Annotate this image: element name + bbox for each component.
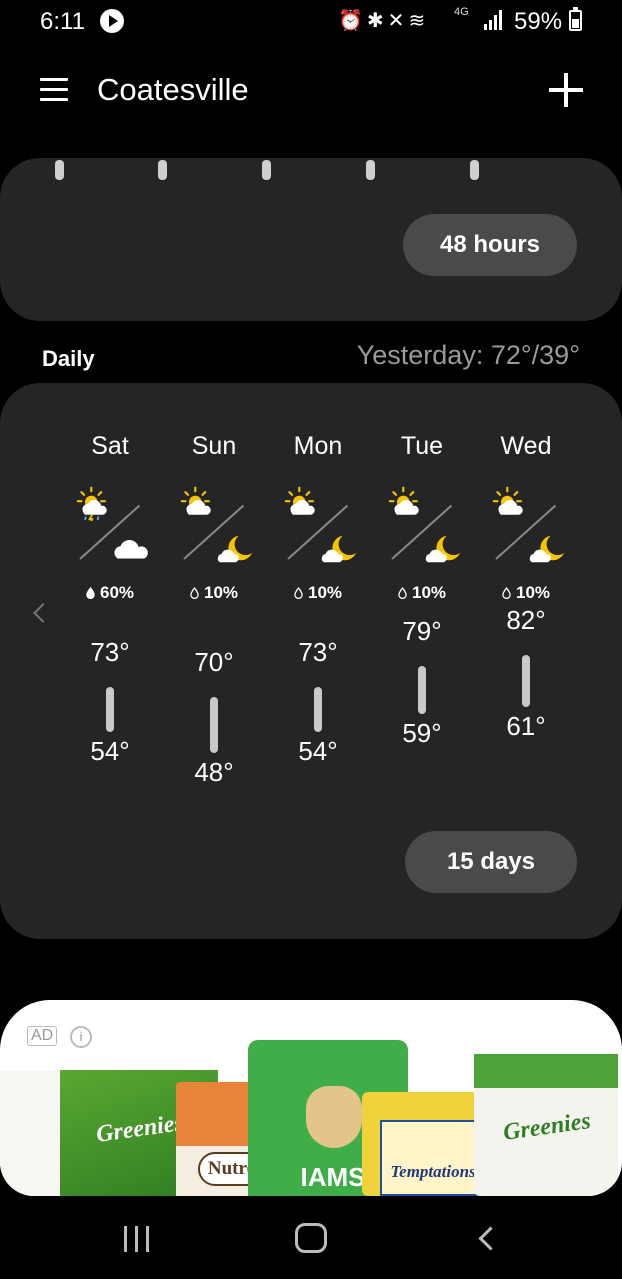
precipitation-value: 10% bbox=[411, 583, 447, 602]
yesterday-temps: Yesterday: 72°/39° bbox=[356, 340, 580, 370]
low-temp: 59° bbox=[402, 718, 442, 749]
hourly-tick bbox=[158, 160, 167, 180]
play-store-notification-icon bbox=[100, 9, 124, 33]
location-title: Coatesville bbox=[97, 72, 249, 107]
partly-sunny-icon bbox=[492, 485, 528, 521]
previous-arrow-icon[interactable] bbox=[30, 598, 50, 628]
low-temp: 48° bbox=[194, 757, 234, 787]
daily-section-label: Daily bbox=[42, 346, 95, 371]
low-temp: 54° bbox=[90, 735, 130, 766]
15-days-button[interactable]: 15 days bbox=[405, 831, 577, 893]
daily-forecast-card[interactable]: Sat 60% 73° 54° Sun 10% 70° 48° Mon 10% 73° 54° Tue 1… bbox=[0, 383, 622, 939]
temperature-range-bar bbox=[314, 686, 322, 732]
ad-banner[interactable]: AD i Greenies Nutro IAMS Temptations Gre… bbox=[0, 1000, 622, 1196]
product-label: Temptations bbox=[390, 1162, 476, 1181]
day-column-mon[interactable]: Mon 10% 73° 54° bbox=[266, 383, 370, 813]
raindrop-icon bbox=[398, 584, 407, 600]
precipitation-chance: 10% bbox=[474, 583, 578, 603]
high-temp: 73° bbox=[90, 636, 130, 667]
high-temp: 79° bbox=[402, 615, 442, 646]
high-temp: 70° bbox=[194, 647, 234, 678]
precipitation-chance: 10% bbox=[162, 583, 266, 603]
high-temp: 82° bbox=[506, 605, 546, 635]
day-name: Sun bbox=[191, 432, 237, 460]
alarm-icon: ⏰ bbox=[338, 8, 367, 32]
raindrop-icon bbox=[294, 584, 303, 600]
feline-greenies-product: Greenies bbox=[474, 1054, 618, 1196]
partly-sunny-icon bbox=[388, 485, 424, 521]
48-hours-button[interactable]: 48 hours bbox=[403, 214, 577, 276]
precipitation-chance: 60% bbox=[58, 583, 162, 603]
home-icon[interactable] bbox=[295, 1223, 327, 1253]
day-name: Wed bbox=[500, 432, 552, 460]
temperature-range-bar bbox=[418, 665, 426, 715]
day-name: Sat bbox=[91, 432, 129, 460]
day-column-tue[interactable]: Tue 10% 79° 59° bbox=[370, 383, 474, 813]
cloud-icon bbox=[112, 533, 150, 565]
status-bar: 6:11 ⏰✱✕≋ 4G 59% bbox=[0, 0, 622, 44]
info-icon[interactable]: i bbox=[70, 1026, 92, 1048]
mute-icon: ✕ bbox=[387, 8, 409, 32]
temperature-range-bar bbox=[106, 686, 114, 732]
raindrop-icon bbox=[86, 584, 95, 600]
hourly-tick bbox=[55, 160, 64, 180]
back-icon[interactable] bbox=[476, 1227, 496, 1249]
raindrop-icon bbox=[502, 584, 511, 600]
network-type-label: 4G bbox=[454, 6, 469, 18]
bluetooth-icon: ✱ bbox=[366, 8, 388, 32]
precipitation-value: 10% bbox=[515, 583, 551, 602]
wifi-icon: ≋ bbox=[408, 8, 430, 32]
partly-sunny-thunderstorm-icon bbox=[76, 485, 112, 524]
battery-fill bbox=[572, 19, 579, 28]
menu-button[interactable] bbox=[40, 76, 70, 104]
signal-icon bbox=[484, 10, 504, 30]
status-icons: ⏰✱✕≋ bbox=[338, 8, 429, 32]
add-location-button[interactable] bbox=[549, 73, 583, 107]
day-column-sun[interactable]: Sun 10% 70° 48° bbox=[162, 383, 266, 813]
hourly-tick bbox=[262, 160, 271, 180]
raindrop-icon bbox=[190, 584, 199, 600]
recent-apps-icon[interactable] bbox=[124, 1226, 152, 1252]
precipitation-value: 60% bbox=[99, 583, 135, 602]
battery-percent: 59% bbox=[514, 8, 563, 35]
partly-sunny-icon bbox=[180, 485, 216, 521]
ad-badge: AD bbox=[27, 1026, 58, 1046]
hourly-tick bbox=[366, 160, 375, 180]
moon-cloud-icon bbox=[320, 533, 358, 565]
product-label: Greenies bbox=[501, 1108, 593, 1147]
high-temp: 73° bbox=[298, 636, 338, 667]
status-time: 6:11 bbox=[40, 8, 85, 35]
moon-cloud-icon bbox=[528, 533, 566, 565]
moon-cloud-icon bbox=[216, 533, 254, 565]
temperature-range-bar bbox=[522, 655, 530, 708]
hourly-tick bbox=[470, 160, 479, 180]
low-temp: 54° bbox=[298, 735, 338, 766]
partly-sunny-icon bbox=[284, 485, 320, 521]
day-column-wed[interactable]: Wed 10% 82° 61° bbox=[474, 383, 578, 813]
low-temp: 61° bbox=[506, 711, 546, 742]
precipitation-value: 10% bbox=[307, 583, 343, 602]
moon-cloud-icon bbox=[424, 533, 462, 565]
hourly-forecast-card[interactable]: 48 hours bbox=[0, 158, 622, 321]
day-name: Mon bbox=[293, 432, 343, 460]
precipitation-chance: 10% bbox=[370, 583, 474, 603]
day-name: Tue bbox=[400, 432, 444, 460]
precipitation-chance: 10% bbox=[266, 583, 370, 603]
temperature-range-bar bbox=[210, 697, 218, 753]
day-column-sat[interactable]: Sat 60% 73° 54° bbox=[58, 383, 162, 813]
battery-icon bbox=[569, 7, 582, 31]
system-nav-bar bbox=[0, 1196, 622, 1279]
precipitation-value: 10% bbox=[203, 583, 239, 602]
